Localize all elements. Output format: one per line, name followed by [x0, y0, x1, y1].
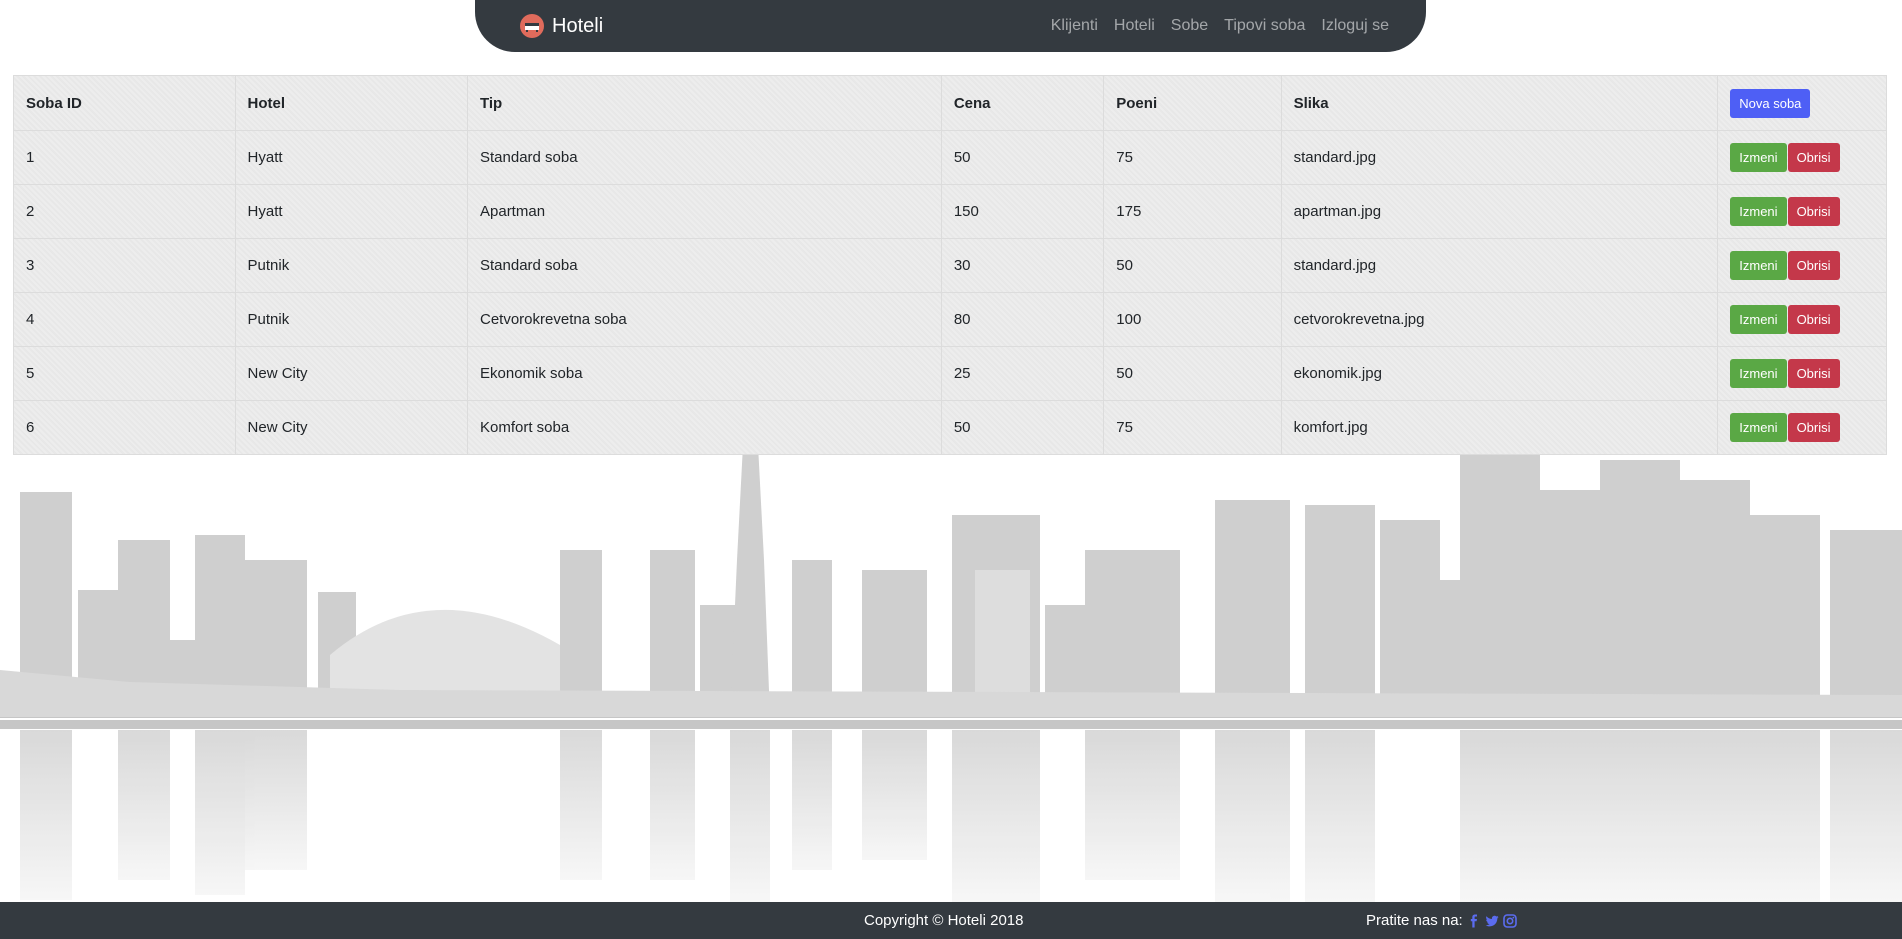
table-row: 2 Hyatt Apartman 150 175 apartman.jpg Iz…: [13, 184, 1887, 239]
nav-link-hoteli[interactable]: Hoteli: [1114, 15, 1155, 37]
delete-button[interactable]: Obrisi: [1787, 359, 1840, 388]
cell-id: 2: [13, 184, 236, 239]
nav-link-sobe[interactable]: Sobe: [1171, 15, 1208, 37]
header-tip: Tip: [467, 75, 942, 131]
cell-actions: Izmeni Obrisi: [1717, 400, 1887, 455]
delete-button[interactable]: Obrisi: [1787, 197, 1840, 226]
cell-actions: Izmeni Obrisi: [1717, 130, 1887, 185]
delete-button[interactable]: Obrisi: [1787, 251, 1840, 280]
cell-poeni: 75: [1103, 400, 1282, 455]
cell-cena: 30: [940, 238, 1105, 293]
cell-cena: 80: [940, 292, 1105, 347]
header-soba-id: Soba ID: [13, 75, 236, 131]
table-header-row: Soba ID Hotel Tip Cena Poeni Slika Nova …: [13, 75, 1887, 131]
cell-slika: cetvorokrevetna.jpg: [1280, 292, 1719, 347]
cell-tip: Komfort soba: [467, 400, 942, 455]
cell-hotel: Hyatt: [234, 130, 469, 185]
cell-slika: ekonomik.jpg: [1280, 346, 1719, 401]
cell-cena: 50: [940, 400, 1105, 455]
header-hotel: Hotel: [234, 75, 469, 131]
cell-tip: Cetvorokrevetna soba: [467, 292, 942, 347]
cell-hotel: Putnik: [234, 292, 469, 347]
cell-cena: 50: [940, 130, 1105, 185]
cell-slika: apartman.jpg: [1280, 184, 1719, 239]
new-room-button[interactable]: Nova soba: [1730, 88, 1811, 118]
cell-hotel: Hyatt: [234, 184, 469, 239]
follow-label: Pratite nas na:: [1366, 912, 1463, 929]
copyright-text: Copyright © Hoteli 2018: [864, 912, 1024, 929]
nav-links: Klijenti Hoteli Sobe Tipovi soba Izloguj…: [1051, 15, 1389, 37]
cell-hotel: New City: [234, 400, 469, 455]
navbar: Hoteli Klijenti Hoteli Sobe Tipovi soba …: [475, 0, 1426, 52]
brand-text: Hoteli: [552, 15, 604, 37]
cell-poeni: 50: [1103, 346, 1282, 401]
edit-button[interactable]: Izmeni: [1730, 143, 1787, 172]
table-row: 5 New City Ekonomik soba 25 50 ekonomik.…: [13, 346, 1887, 401]
cell-cena: 25: [940, 346, 1105, 401]
cell-id: 5: [13, 346, 236, 401]
bed-icon: [520, 14, 544, 38]
cell-actions: Izmeni Obrisi: [1717, 238, 1887, 293]
page: Hoteli Klijenti Hoteli Sobe Tipovi soba …: [0, 0, 1902, 939]
table-row: 1 Hyatt Standard soba 50 75 standard.jpg…: [13, 130, 1887, 185]
header-actions: Nova soba: [1717, 75, 1887, 131]
nav-link-klijenti[interactable]: Klijenti: [1051, 15, 1098, 37]
footer: Copyright © Hoteli 2018 Pratite nas na:: [0, 902, 1902, 939]
rooms-table: Soba ID Hotel Tip Cena Poeni Slika Nova …: [13, 75, 1887, 455]
social-links: Pratite nas na:: [1366, 911, 1517, 931]
edit-button[interactable]: Izmeni: [1730, 413, 1787, 442]
table-row: 4 Putnik Cetvorokrevetna soba 80 100 cet…: [13, 292, 1887, 347]
nav-link-tipovi-soba[interactable]: Tipovi soba: [1224, 15, 1305, 37]
cell-cena: 150: [940, 184, 1105, 239]
cell-slika: komfort.jpg: [1280, 400, 1719, 455]
cell-actions: Izmeni Obrisi: [1717, 184, 1887, 239]
instagram-icon[interactable]: [1502, 914, 1517, 928]
cell-actions: Izmeni Obrisi: [1717, 292, 1887, 347]
rooms-table-container: Soba ID Hotel Tip Cena Poeni Slika Nova …: [13, 75, 1887, 455]
cell-slika: standard.jpg: [1280, 238, 1719, 293]
delete-button[interactable]: Obrisi: [1787, 143, 1840, 172]
edit-button[interactable]: Izmeni: [1730, 305, 1787, 334]
cell-id: 3: [13, 238, 236, 293]
cell-poeni: 50: [1103, 238, 1282, 293]
cell-actions: Izmeni Obrisi: [1717, 346, 1887, 401]
cell-poeni: 100: [1103, 292, 1282, 347]
header-poeni: Poeni: [1103, 75, 1282, 131]
header-cena: Cena: [940, 75, 1105, 131]
delete-button[interactable]: Obrisi: [1787, 413, 1840, 442]
brand-link[interactable]: Hoteli: [520, 12, 603, 40]
cell-tip: Standard soba: [467, 130, 942, 185]
nav-link-logout[interactable]: Izloguj se: [1321, 15, 1389, 37]
cell-id: 1: [13, 130, 236, 185]
edit-button[interactable]: Izmeni: [1730, 197, 1787, 226]
header-slika: Slika: [1280, 75, 1719, 131]
cell-tip: Standard soba: [467, 238, 942, 293]
table-row: 6 New City Komfort soba 50 75 komfort.jp…: [13, 400, 1887, 455]
table-row: 3 Putnik Standard soba 30 50 standard.jp…: [13, 238, 1887, 293]
cell-id: 4: [13, 292, 236, 347]
edit-button[interactable]: Izmeni: [1730, 251, 1787, 280]
facebook-icon[interactable]: [1467, 914, 1481, 928]
cell-slika: standard.jpg: [1280, 130, 1719, 185]
cell-id: 6: [13, 400, 236, 455]
cell-tip: Apartman: [467, 184, 942, 239]
city-skyline-background: [0, 440, 1902, 902]
delete-button[interactable]: Obrisi: [1787, 305, 1840, 334]
cell-tip: Ekonomik soba: [467, 346, 942, 401]
twitter-icon[interactable]: [1485, 914, 1499, 928]
edit-button[interactable]: Izmeni: [1730, 359, 1787, 388]
cell-poeni: 75: [1103, 130, 1282, 185]
cell-hotel: Putnik: [234, 238, 469, 293]
cell-hotel: New City: [234, 346, 469, 401]
cell-poeni: 175: [1103, 184, 1282, 239]
